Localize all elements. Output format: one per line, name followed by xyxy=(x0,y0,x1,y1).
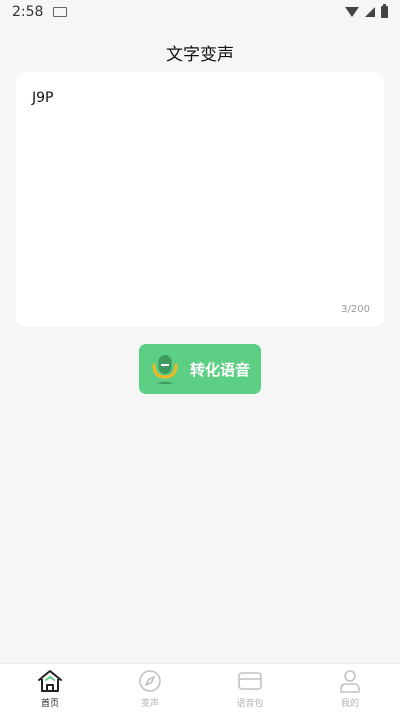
nav-label-voice-change: 变声 xyxy=(140,699,159,709)
bottom-nav: 首页 变声 语音包 我的 xyxy=(0,663,400,713)
keyboard-icon xyxy=(53,7,68,17)
card-icon xyxy=(238,672,262,690)
status-left: 2:58 xyxy=(12,4,68,20)
nav-item-voice-change[interactable]: 变声 xyxy=(100,664,200,713)
wifi-icon xyxy=(345,7,359,17)
text-input-area[interactable]: J9P 3/200 xyxy=(16,72,384,327)
nav-label-voice-pack: 语音包 xyxy=(236,699,264,709)
convert-button-label: 转化语音 xyxy=(189,360,250,379)
convert-to-speech-button[interactable]: 转化语音 xyxy=(139,344,261,394)
compass-icon xyxy=(139,670,161,692)
nav-label-home: 首页 xyxy=(40,699,59,709)
nav-item-voice-pack[interactable]: 语音包 xyxy=(200,664,300,713)
nav-label-mine: 我的 xyxy=(340,699,359,709)
character-counter: 3/200 xyxy=(341,304,370,315)
status-bar: 2:58 xyxy=(0,0,400,24)
home-icon xyxy=(38,670,62,692)
status-right xyxy=(345,4,388,18)
nav-item-mine[interactable]: 我的 xyxy=(300,664,400,713)
page-title: 文字变声 xyxy=(166,45,234,65)
battery-icon xyxy=(381,4,388,18)
signal-icon xyxy=(365,7,375,17)
microphone-icon xyxy=(152,355,178,384)
status-time: 2:58 xyxy=(12,4,44,20)
input-text[interactable]: J9P xyxy=(32,90,53,106)
user-icon xyxy=(340,670,360,693)
nav-item-home[interactable]: 首页 xyxy=(0,664,100,713)
